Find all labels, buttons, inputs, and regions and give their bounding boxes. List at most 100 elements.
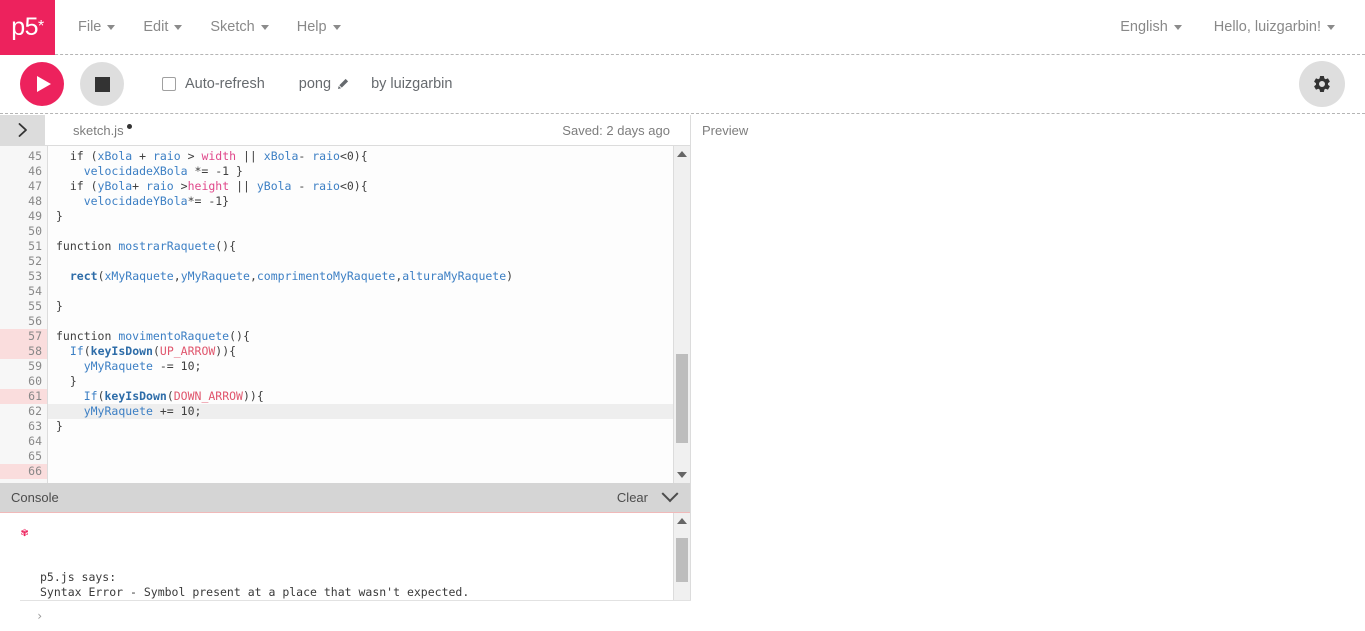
code-line[interactable] (48, 434, 673, 449)
nav-item-file[interactable]: File (64, 0, 129, 55)
preview-column: Preview (691, 115, 1365, 631)
editor-scroll-track[interactable] (674, 162, 691, 467)
saved-status: Saved: 2 days ago (562, 122, 670, 138)
file-tab-label: sketch.js (73, 122, 124, 138)
code-line[interactable]: yMyRaquete -= 10; (48, 359, 673, 374)
code-line[interactable]: If(keyIsDown(DOWN_ARROW)){ (48, 389, 673, 404)
line-number: 54 (28, 284, 42, 298)
console-message-line: Syntax Error - Symbol present at a place… (40, 585, 470, 599)
code-token: mostrarRaquete (118, 239, 216, 253)
console-clear-button[interactable]: Clear (617, 490, 648, 505)
auto-refresh-checkbox[interactable] (162, 77, 176, 91)
code-line[interactable]: velocidadeXBola *= -1 } (48, 164, 673, 179)
line-number: 58 (0, 344, 56, 359)
code-line[interactable]: If(keyIsDown(UP_ARROW)){ (48, 344, 673, 359)
code-token: raio (312, 149, 340, 163)
chevron-down-icon (1173, 24, 1182, 30)
settings-button[interactable] (1299, 61, 1345, 107)
code-token: *= -1 } (187, 164, 243, 178)
code-token: } (56, 374, 77, 388)
preview-canvas[interactable] (691, 145, 1365, 631)
scroll-down-button[interactable] (673, 467, 690, 483)
code-line[interactable] (48, 314, 673, 329)
pencil-icon[interactable] (337, 78, 349, 90)
editor-column: sketch.js Saved: 2 days ago 45 46 47 48 49 50… (0, 115, 691, 631)
line-number: 49 (28, 209, 42, 223)
main-area: sketch.js Saved: 2 days ago 45 46 47 48 49 50… (0, 115, 1365, 631)
code-line[interactable]: function movimentoRaquete(){ (48, 329, 673, 344)
code-line[interactable]: } (48, 374, 673, 389)
account-menu[interactable]: Hello, luizgarbin! (1198, 0, 1351, 55)
editor-scroll-thumb[interactable] (675, 354, 688, 443)
p5-logo[interactable]: p5 * (0, 0, 55, 55)
console-input-row[interactable]: › (20, 600, 691, 631)
auto-refresh-toggle[interactable]: Auto-refresh (162, 76, 265, 92)
stop-icon (94, 76, 110, 92)
code-line[interactable]: if (xBola + raio > width || xBola- raio<… (48, 149, 673, 164)
console-scroll-up-button[interactable] (673, 513, 690, 529)
code-line[interactable] (48, 449, 673, 464)
code-token: ( (152, 344, 160, 358)
chevron-down-icon (107, 24, 116, 30)
line-number: 51 (0, 239, 56, 254)
line-number: 50 (28, 224, 42, 238)
sidebar-toggle-button[interactable] (0, 115, 45, 145)
chevron-down-icon (332, 24, 341, 30)
chevron-down-icon[interactable] (661, 484, 679, 502)
code-token: )){ (215, 344, 237, 358)
line-number: 57 (0, 329, 47, 344)
line-number: 55 (28, 299, 42, 313)
code-token: width (201, 149, 237, 163)
play-button[interactable] (20, 62, 64, 106)
file-tab-sketch-js[interactable]: sketch.js (45, 115, 132, 145)
console-scroll-thumb[interactable] (675, 537, 688, 583)
code-line[interactable]: } (48, 209, 673, 224)
code-text-area[interactable]: if (xBola + raio > width || xBola- raio<… (48, 146, 673, 483)
nav-menu: File Edit Sketch Help (64, 0, 355, 55)
code-token: || (229, 179, 257, 193)
line-number: 45 (0, 149, 56, 164)
code-line[interactable] (48, 254, 673, 269)
code-token: ( (83, 344, 91, 358)
code-line[interactable] (48, 224, 673, 239)
code-token: > (180, 149, 202, 163)
code-line[interactable]: function mostrarRaquete(){ (48, 239, 673, 254)
code-token: velocidadeXBola (83, 164, 188, 178)
code-line[interactable]: if (yBola+ raio >height || yBola - raio<… (48, 179, 673, 194)
navbar: p5 * File Edit Sketch Help English Hello… (0, 0, 1365, 55)
code-token: UP_ARROW (159, 344, 216, 358)
editor-scrollbar[interactable] (673, 146, 690, 483)
code-token: || (236, 149, 264, 163)
caret-up-icon (677, 518, 687, 524)
scroll-up-button[interactable] (673, 146, 690, 162)
code-line[interactable] (48, 284, 673, 299)
code-token: if ( (56, 179, 98, 193)
code-line[interactable] (48, 464, 673, 479)
sketch-name[interactable]: pong (299, 76, 349, 92)
code-line[interactable]: } (48, 299, 673, 314)
code-token: -= 10; (152, 359, 202, 373)
code-editor[interactable]: 45 46 47 48 49 50 51 52 53 54 55 56 57 58 59 60 61 62 63 64… (0, 145, 690, 483)
code-token: <0){ (339, 179, 368, 193)
nav-item-edit[interactable]: Edit (129, 0, 196, 55)
code-token: raio (312, 179, 340, 193)
nav-item-sketch[interactable]: Sketch (196, 0, 282, 55)
console-header[interactable]: Console Clear (0, 483, 690, 513)
code-line[interactable]: } (48, 419, 673, 434)
play-icon (37, 76, 51, 92)
code-line[interactable]: rect(xMyRaquete,yMyRaquete,comprimentoMy… (48, 269, 673, 284)
language-selector[interactable]: English (1104, 0, 1198, 55)
code-line[interactable]: yMyRaquete += 10; (48, 404, 673, 419)
nav-right-group: English Hello, luizgarbin! (1104, 0, 1365, 55)
code-token: += 10; (152, 404, 202, 418)
sketch-name-label: pong (298, 76, 332, 92)
code-line[interactable]: velocidadeYBola*= -1} (48, 194, 673, 209)
code-token: height (187, 179, 230, 193)
code-token: )){ (243, 389, 264, 403)
code-token: keyIsDown (104, 389, 167, 403)
stop-button[interactable] (80, 62, 124, 106)
nav-item-help[interactable]: Help (283, 0, 355, 55)
code-token: ( (97, 389, 105, 403)
